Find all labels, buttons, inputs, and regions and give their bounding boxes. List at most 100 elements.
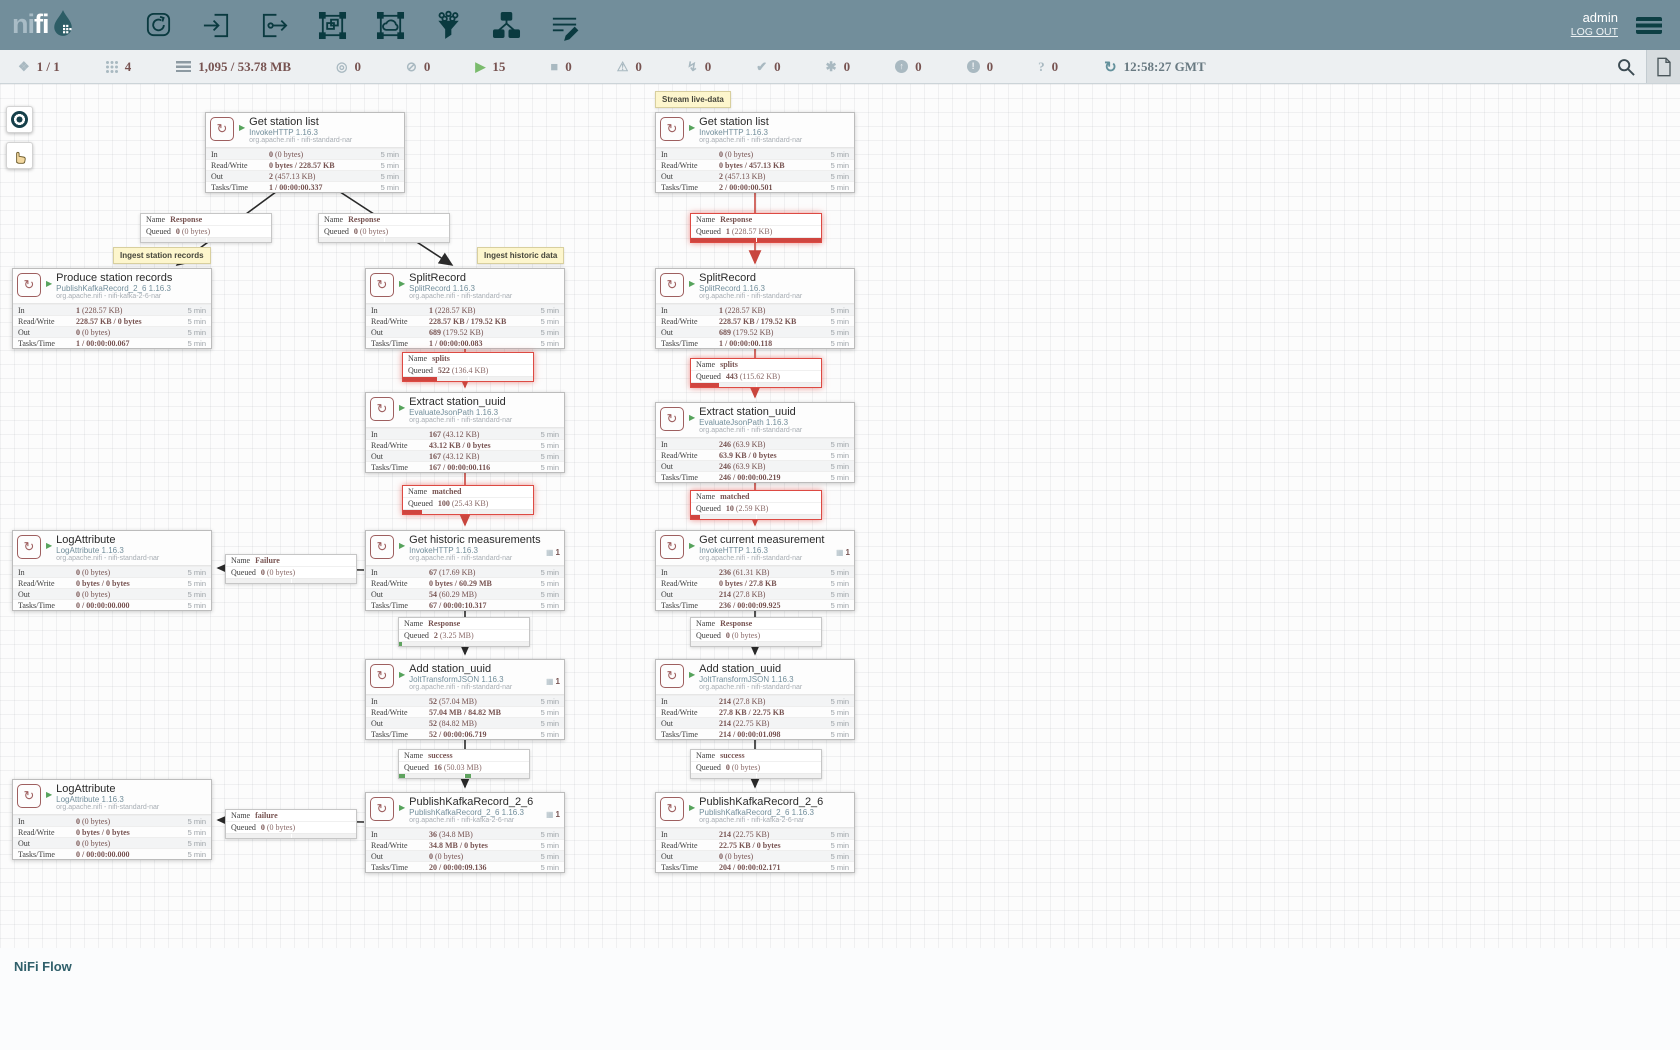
connection-success-mid[interactable]: NamesuccessQueued16 (50.03 MB) <box>398 749 530 779</box>
connection-failure-top[interactable]: NameFailureQueued0 (0 bytes) <box>225 554 357 584</box>
processor-name: Get station list <box>699 116 802 128</box>
connection-splits-mid[interactable]: NamesplitsQueued522 (136.4 KB) <box>402 352 534 382</box>
processor-stamp-icon: ↻ <box>210 117 234 141</box>
stat-value: 0 <box>424 59 431 75</box>
search-icon[interactable] <box>1606 50 1646 83</box>
processor-bundle: org.apache.nifi - nifi-standard-nar <box>56 804 159 812</box>
connection-response-right-2[interactable]: NameResponseQueued0 (0 bytes) <box>690 617 822 647</box>
processor-get-historic-measurements[interactable]: ↻▶Get historic measurementsInvokeHTTP 1.… <box>365 530 565 611</box>
breadcrumb[interactable]: NiFi Flow <box>14 959 72 974</box>
queue-percent-bars <box>141 237 271 242</box>
transmitting-icon: ◎ <box>336 60 347 73</box>
flow-label-ingest-station-records[interactable]: Ingest station records <box>113 247 211 264</box>
connection-splits-right[interactable]: NamesplitsQueued443 (115.62 KB) <box>690 358 822 388</box>
processor-type: EvaluateJsonPath 1.16.3 <box>699 418 802 427</box>
processor-logattribute-bottom[interactable]: ↻▶LogAttributeLogAttribute 1.16.3org.apa… <box>12 779 212 860</box>
flow-status-stats: ❖1 / 141,095 / 53.78 MB◎0⊘0▶15■0⚠0↯0✔0✱0… <box>18 59 1058 75</box>
process-group-icon[interactable] <box>310 3 354 47</box>
processor-extract-station-uuid-right[interactable]: ↻▶Extract station_uuidEvaluateJsonPath 1… <box>655 402 855 483</box>
processor-splitrecord-right[interactable]: ↻▶SplitRecordSplitRecord 1.16.3org.apach… <box>655 268 855 349</box>
processor-produce-station-records[interactable]: ↻▶Produce station recordsPublishKafkaRec… <box>12 268 212 349</box>
connection-matched-right[interactable]: NamematchedQueued10 (2.59 KB) <box>690 490 822 520</box>
global-menu-icon[interactable] <box>1632 13 1666 38</box>
queue-percent-bars <box>403 376 533 381</box>
processor-name: Get historic measurements <box>409 534 540 546</box>
queue-percent-bars <box>691 641 821 646</box>
stat-value: 0 <box>774 59 781 75</box>
locally-modified-stale-icon: ! <box>967 60 980 73</box>
processor-stat-row: Read/Write0 bytes / 0 bytes5 min <box>13 577 211 588</box>
processor-get-station-list-1[interactable]: ↻▶Get station listInvokeHTTP 1.16.3org.a… <box>205 112 405 193</box>
stat-value: 0 <box>1052 59 1059 75</box>
processor-add-station-uuid-mid[interactable]: ↻▶Add station_uuidJoltTransformJSON 1.16… <box>365 659 565 740</box>
queue-percent-bars <box>691 514 821 519</box>
processor-name: Get station list <box>249 116 352 128</box>
processor-stat-row: In0 (0 bytes)5 min <box>656 148 854 159</box>
operate-hand-icon[interactable] <box>6 142 33 169</box>
nifi-logo: nifi <box>0 9 122 41</box>
processor-stat-row: Read/Write0 bytes / 228.57 KB5 min <box>206 159 404 170</box>
processor-stat-row: Out0 (0 bytes)5 min <box>13 837 211 848</box>
processor-stat-row: Out689 (179.52 KB)5 min <box>656 326 854 337</box>
processor-stat-row: In0 (0 bytes)5 min <box>206 148 404 159</box>
processor-name: LogAttribute <box>56 783 159 795</box>
connection-response-left[interactable]: NameResponseQueued0 (0 bytes) <box>140 213 272 243</box>
active-threads-badge: ▦1 <box>836 534 850 557</box>
stat-value: 0 <box>915 59 922 75</box>
funnel-icon[interactable] <box>426 3 470 47</box>
connection-failure-bottom[interactable]: NamefailureQueued0 (0 bytes) <box>225 809 357 839</box>
output-port-icon[interactable] <box>252 3 296 47</box>
connection-response-mid-2[interactable]: NameResponseQueued2 (3.25 MB) <box>398 617 530 647</box>
connection-response-mid-top[interactable]: NameResponseQueued0 (0 bytes) <box>318 213 450 243</box>
processor-bundle: org.apache.nifi - nifi-kafka-2-6-nar <box>56 293 172 301</box>
connection-success-right[interactable]: NamesuccessQueued0 (0 bytes) <box>690 749 822 779</box>
connection-matched-mid[interactable]: NamematchedQueued100 (25.43 KB) <box>402 485 534 515</box>
invalid-icon: ⚠ <box>617 60 629 73</box>
processor-add-station-uuid-right[interactable]: ↻▶Add station_uuidJoltTransformJSON 1.16… <box>655 659 855 740</box>
processor-type: JoltTransformJSON 1.16.3 <box>699 675 802 684</box>
label-icon[interactable] <box>542 3 586 47</box>
running-status-icon: ▶ <box>689 413 695 422</box>
flow-label-stream-live-data[interactable]: Stream live-data <box>655 91 731 108</box>
processor-publishkafka-right[interactable]: ↻▶PublishKafkaRecord_2_6PublishKafkaReco… <box>655 792 855 873</box>
processor-stat-row: Out246 (63.9 KB)5 min <box>656 460 854 471</box>
stat-not-transmitting: ⊘0 <box>406 59 430 75</box>
stat-value: 1,095 / 53.78 MB <box>198 59 291 75</box>
new-canvas-icon[interactable] <box>1646 50 1680 83</box>
processor-icon[interactable] <box>136 3 180 47</box>
remote-process-group-icon[interactable] <box>368 3 412 47</box>
stat-value: 0 <box>987 59 994 75</box>
logout-link[interactable]: LOG OUT <box>1571 25 1618 40</box>
processor-stat-row: Out214 (22.75 KB)5 min <box>656 717 854 728</box>
processor-logattribute-top[interactable]: ↻▶LogAttributeLogAttribute 1.16.3org.apa… <box>12 530 212 611</box>
nifi-app: nifi admin LOG OUT ❖1 / 141,095 / 53.78 … <box>0 0 1680 1050</box>
stat-value: 0 <box>635 59 642 75</box>
processor-stamp-icon: ↻ <box>370 664 394 688</box>
processor-type: InvokeHTTP 1.16.3 <box>699 128 802 137</box>
processor-get-station-list-2[interactable]: ↻▶Get station listInvokeHTTP 1.16.3org.a… <box>655 112 855 193</box>
processor-splitrecord-mid[interactable]: ↻▶SplitRecordSplitRecord 1.16.3org.apach… <box>365 268 565 349</box>
processor-publishkafka-mid[interactable]: ↻▶PublishKafkaRecord_2_6PublishKafkaReco… <box>365 792 565 873</box>
processor-stat-row: Out54 (60.29 MB)5 min <box>366 588 564 599</box>
input-port-icon[interactable] <box>194 3 238 47</box>
component-toolbar <box>136 3 586 47</box>
template-icon[interactable] <box>484 3 528 47</box>
stat-transmitting: ◎0 <box>336 59 361 75</box>
running-status-icon: ▶ <box>239 123 245 132</box>
stat-up-to-date: ✔0 <box>756 59 780 75</box>
flow-canvas[interactable]: Stream live-data Ingest station records In… <box>0 84 1680 948</box>
processor-name: Get current measurement <box>699 534 824 546</box>
processor-stamp-icon: ↻ <box>660 797 684 821</box>
connection-response-right-top[interactable]: NameResponseQueued1 (228.57 KB) <box>690 213 822 243</box>
processor-name: Extract station_uuid <box>699 406 802 418</box>
stopped-icon: ■ <box>550 60 558 73</box>
stat-running: ▶15 <box>475 59 505 75</box>
processor-stat-row: Tasks/Time1 / 00:00:00.3375 min <box>206 181 404 192</box>
stat-value: 15 <box>492 59 505 75</box>
refresh-icon[interactable]: ↻ <box>1104 58 1117 76</box>
birdseye-toggle-icon[interactable] <box>6 106 33 133</box>
stat-stale: ↑0 <box>895 59 922 75</box>
processor-get-current-measurement[interactable]: ↻▶Get current measurementInvokeHTTP 1.16… <box>655 530 855 611</box>
flow-label-ingest-historic-data[interactable]: Ingest historic data <box>477 247 564 264</box>
processor-extract-station-uuid-mid[interactable]: ↻▶Extract station_uuidEvaluateJsonPath 1… <box>365 392 565 473</box>
